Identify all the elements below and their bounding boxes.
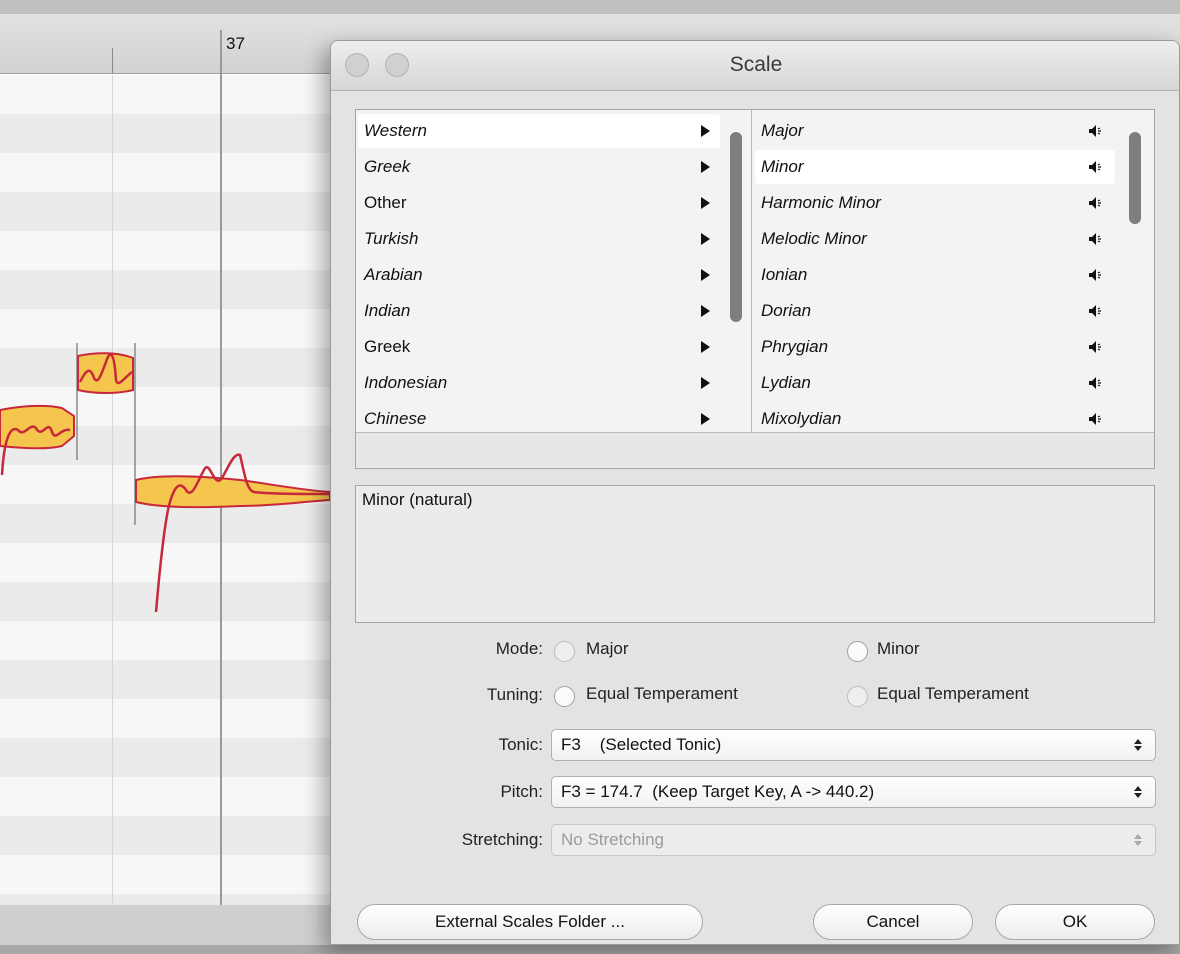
note-blob [0, 404, 75, 450]
tonic-select[interactable]: F3 (Selected Tonic) [551, 729, 1156, 761]
category-item-greek[interactable]: Greek [358, 150, 720, 184]
scale-list[interactable]: Major Minor Harmonic Minor Melodic Minor [753, 110, 1154, 432]
category-label: Turkish [364, 229, 419, 248]
scale-item-minor[interactable]: Minor [755, 150, 1115, 184]
scale-label: Melodic Minor [761, 229, 867, 248]
category-item-greek-2[interactable]: Greek [358, 330, 720, 364]
chevron-right-icon [701, 269, 710, 281]
scale-item-melodic-minor[interactable]: Melodic Minor [755, 222, 1115, 256]
mode-major-label[interactable]: Major [586, 639, 629, 659]
tonic-label: Tonic: [498, 735, 543, 754]
speaker-icon[interactable] [1087, 195, 1103, 211]
speaker-icon[interactable] [1087, 411, 1103, 427]
scale-browser: Western Greek Other Turkish Arabian Indi… [355, 109, 1155, 469]
category-scrollbar[interactable] [730, 132, 742, 322]
chevron-right-icon [701, 233, 710, 245]
note-blobs[interactable] [0, 0, 340, 905]
category-item-chinese[interactable]: Chinese [358, 402, 720, 436]
note-blob [135, 475, 331, 509]
category-item-other[interactable]: Other [358, 186, 720, 220]
category-label: Greek [364, 337, 411, 356]
scale-label: Lydian [761, 373, 811, 392]
category-label: Greek [364, 157, 411, 176]
category-label: Other [364, 193, 407, 212]
category-item-indian[interactable]: Indian [358, 294, 720, 328]
speaker-icon[interactable] [1087, 159, 1103, 175]
scale-item-ionian[interactable]: Ionian [755, 258, 1115, 292]
browser-footer [356, 432, 1154, 468]
category-label: Western [364, 121, 427, 140]
chevron-right-icon [701, 413, 710, 425]
pitch-select[interactable]: F3 = 174.7 (Keep Target Key, A -> 440.2) [551, 776, 1156, 808]
mode-minor-radio[interactable] [847, 641, 868, 662]
mode-major-radio[interactable] [554, 641, 575, 662]
category-list[interactable]: Western Greek Other Turkish Arabian Indi… [356, 110, 752, 432]
speaker-icon[interactable] [1087, 375, 1103, 391]
speaker-icon[interactable] [1087, 123, 1103, 139]
scale-item-dorian[interactable]: Dorian [755, 294, 1115, 328]
chevron-right-icon [701, 161, 710, 173]
scale-label: Ionian [761, 265, 808, 284]
scale-label: Minor [761, 157, 804, 176]
scale-label: Mixolydian [761, 409, 842, 428]
scale-item-harmonic-minor[interactable]: Harmonic Minor [755, 186, 1115, 220]
category-label: Chinese [364, 409, 427, 428]
stretching-value: No Stretching [561, 830, 664, 849]
chevron-right-icon [701, 341, 710, 353]
chevron-right-icon [701, 377, 710, 389]
tuning-equal-label-2[interactable]: Equal Temperament [877, 684, 1029, 704]
dialog-titlebar: Scale [331, 41, 1179, 91]
pitch-label: Pitch: [500, 782, 543, 801]
up-down-arrows-icon [1134, 786, 1142, 798]
scale-label: Harmonic Minor [761, 193, 881, 212]
scale-item-major[interactable]: Major [755, 114, 1115, 148]
scale-dialog: Scale Western Greek Other Turkish Arabia… [330, 40, 1180, 945]
scale-item-mixolydian[interactable]: Mixolydian [755, 402, 1115, 436]
scale-item-lydian[interactable]: Lydian [755, 366, 1115, 400]
stretching-label: Stretching: [461, 830, 543, 849]
speaker-icon[interactable] [1087, 231, 1103, 247]
tuning-equal-radio[interactable] [554, 686, 575, 707]
mode-label: Mode: [495, 639, 543, 658]
speaker-icon[interactable] [1087, 303, 1103, 319]
category-label: Arabian [364, 265, 423, 284]
category-item-arabian[interactable]: Arabian [358, 258, 720, 292]
cancel-button[interactable]: Cancel [813, 904, 973, 940]
dialog-body: Western Greek Other Turkish Arabian Indi… [331, 91, 1179, 944]
editor-bottom-bar [0, 945, 1180, 954]
scale-item-phrygian[interactable]: Phrygian [755, 330, 1115, 364]
tuning-label: Tuning: [486, 685, 543, 704]
tuning-equal-label[interactable]: Equal Temperament [586, 684, 738, 704]
melodyne-window: 37 Scale Western Greek Other Turkish Ara… [0, 0, 1180, 954]
scale-description: Minor (natural) [355, 485, 1155, 623]
chevron-right-icon [701, 305, 710, 317]
speaker-icon[interactable] [1087, 267, 1103, 283]
scale-scrollbar[interactable] [1129, 132, 1141, 224]
scale-label: Major [761, 121, 804, 140]
ok-button[interactable]: OK [995, 904, 1155, 940]
external-scales-folder-button[interactable]: External Scales Folder ... [357, 904, 703, 940]
mode-minor-label[interactable]: Minor [877, 639, 920, 659]
category-label: Indian [364, 301, 411, 320]
category-label: Indonesian [364, 373, 448, 392]
chevron-right-icon [701, 197, 710, 209]
category-item-indonesian[interactable]: Indonesian [358, 366, 720, 400]
up-down-arrows-icon [1134, 834, 1142, 846]
category-item-turkish[interactable]: Turkish [358, 222, 720, 256]
waveform-overview[interactable] [0, 905, 340, 947]
tuning-equal-radio-2[interactable] [847, 686, 868, 707]
up-down-arrows-icon [1134, 739, 1142, 751]
speaker-icon[interactable] [1087, 339, 1103, 355]
scale-label: Phrygian [761, 337, 829, 356]
scale-label: Dorian [761, 301, 812, 320]
pitch-value: F3 = 174.7 (Keep Target Key, A -> 440.2) [561, 782, 875, 801]
tonic-value: F3 (Selected Tonic) [561, 735, 722, 754]
dialog-title: Scale [729, 53, 783, 76]
chevron-right-icon [701, 125, 710, 137]
category-item-western[interactable]: Western [358, 114, 720, 148]
stretching-select: No Stretching [551, 824, 1156, 856]
